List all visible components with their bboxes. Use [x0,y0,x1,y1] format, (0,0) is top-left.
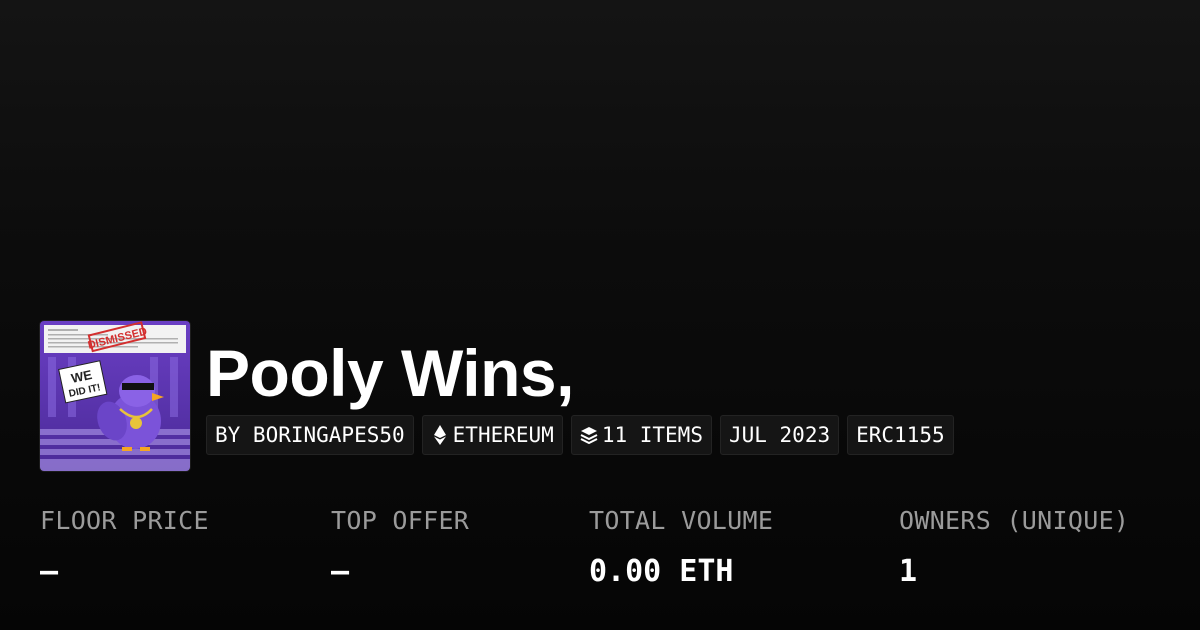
collection-meta-chips: BY BORINGAPES50 ETHEREUM 11 ITEMS JUL 20… [206,415,954,455]
layers-icon [580,424,598,446]
floor-price-label: FLOOR PRICE [40,506,209,535]
standard-label: ERC1155 [856,423,945,447]
total-volume-label: TOTAL VOLUME [589,506,774,535]
owners-stat: OWNERS (UNIQUE) 1 [899,505,1129,590]
top-offer-label: TOP OFFER [331,506,470,535]
total-volume-value: 0.00 ETH [589,554,734,589]
creator-chip[interactable]: BY BORINGAPES50 [206,415,414,455]
top-offer-stat: TOP OFFER — [331,505,469,590]
items-label: 11 ITEMS [601,423,703,447]
collection-title: Pooly Wins, [206,336,574,410]
standard-chip: ERC1155 [847,415,954,455]
pooly-bird-image: DISMISSED WE DID IT! [40,321,190,471]
chain-label: ETHEREUM [452,423,554,447]
floor-price-stat: FLOOR PRICE — [40,505,209,590]
ethereum-icon [431,424,449,446]
top-offer-value: — [331,554,350,589]
date-label: JUL 2023 [728,423,831,447]
owners-label: OWNERS (UNIQUE) [899,506,1130,535]
chain-chip[interactable]: ETHEREUM [421,415,563,455]
floor-price-value: — [40,554,59,589]
owners-value: 1 [899,554,918,589]
total-volume-stat: TOTAL VOLUME 0.00 ETH [589,505,773,590]
collection-image: DISMISSED WE DID IT! [40,321,190,471]
creator-label: BY BORINGAPES50 [215,423,405,447]
date-chip: JUL 2023 [719,415,840,455]
items-chip[interactable]: 11 ITEMS [570,415,712,455]
